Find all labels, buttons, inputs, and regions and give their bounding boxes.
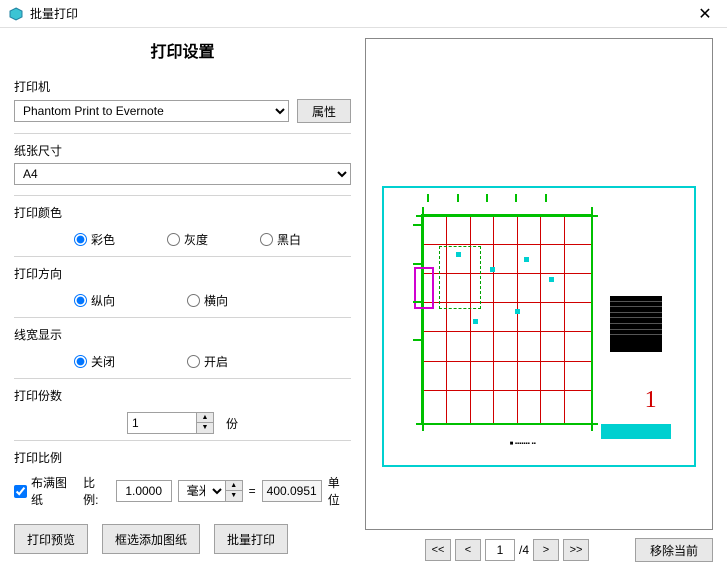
remove-current-button[interactable]: 移除当前 xyxy=(635,538,713,562)
window-title: 批量打印 xyxy=(30,5,691,22)
copies-row: ▲ ▼ 份 xyxy=(14,408,351,438)
revision-block xyxy=(601,424,672,439)
color-option-bw[interactable]: 黑白 xyxy=(260,231,301,248)
preview-button[interactable]: 打印预览 xyxy=(14,524,88,554)
printer-props-button[interactable]: 属性 xyxy=(297,99,351,123)
paper-select[interactable]: A4 xyxy=(14,163,351,185)
copies-down[interactable]: ▼ xyxy=(197,423,213,433)
printer-row: Phantom Print to Evernote 属性 xyxy=(14,99,351,123)
color-option-color[interactable]: 彩色 xyxy=(74,231,115,248)
first-page-button[interactable]: << xyxy=(425,539,451,561)
panel-title: 打印设置 xyxy=(14,38,351,62)
drawing-preview: 1 ■ ▪▪▪▪▪▪▪ ▪▪ xyxy=(372,81,706,487)
settings-panel: 打印设置 打印机 Phantom Print to Evernote 属性 纸张… xyxy=(0,28,365,572)
orientation-portrait[interactable]: 纵向 xyxy=(74,292,115,309)
page-nav: << < /4 > >> xyxy=(425,539,589,561)
page-total: /4 xyxy=(519,543,529,557)
color-option-gray[interactable]: 灰度 xyxy=(167,231,208,248)
equals-sign: = xyxy=(249,484,256,498)
prev-page-button[interactable]: < xyxy=(455,539,481,561)
copies-unit: 份 xyxy=(226,415,238,432)
paper-label: 纸张尺寸 xyxy=(14,142,351,159)
color-options: 彩色 灰度 黑白 xyxy=(14,225,351,254)
linewidth-on[interactable]: 开启 xyxy=(187,353,228,370)
copies-spinner: ▲ ▼ xyxy=(127,412,214,434)
result-unit: 单位 xyxy=(328,474,351,508)
unit-select[interactable]: 毫米 xyxy=(178,480,226,502)
page-input[interactable] xyxy=(485,539,515,561)
batch-print-button[interactable]: 批量打印 xyxy=(214,524,288,554)
color-label: 打印颜色 xyxy=(14,204,351,221)
frame-add-button[interactable]: 框选添加图纸 xyxy=(102,524,200,554)
ratio-input[interactable] xyxy=(116,480,172,502)
preview-panel: 1 ■ ▪▪▪▪▪▪▪ ▪▪ << < /4 > >> 移除当前 xyxy=(365,28,727,572)
ratio-label: 打印比例 xyxy=(14,449,351,466)
titlebar: 批量打印 ✕ xyxy=(0,0,727,28)
batch-print-dialog: 批量打印 ✕ 打印设置 打印机 Phantom Print to Evernot… xyxy=(0,0,727,572)
action-buttons: 打印预览 框选添加图纸 批量打印 xyxy=(14,524,351,554)
copies-up[interactable]: ▲ xyxy=(197,413,213,423)
sheet-number: 1 xyxy=(645,387,657,414)
linewidth-label: 线宽显示 xyxy=(14,326,351,343)
linewidth-off[interactable]: 关闭 xyxy=(74,353,115,370)
printer-select[interactable]: Phantom Print to Evernote xyxy=(14,100,289,122)
preview-box: 1 ■ ▪▪▪▪▪▪▪ ▪▪ xyxy=(365,38,713,530)
next-page-button[interactable]: > xyxy=(533,539,559,561)
title-block xyxy=(610,296,663,352)
last-page-button[interactable]: >> xyxy=(563,539,589,561)
ratio-row: 布满图纸 比例: 毫米 ▲ ▼ = 单位 xyxy=(14,470,351,512)
close-button[interactable]: ✕ xyxy=(691,2,719,26)
fill-paper-checkbox[interactable]: 布满图纸 xyxy=(14,474,77,508)
orientation-label: 打印方向 xyxy=(14,265,351,282)
nav-row: << < /4 > >> 移除当前 xyxy=(365,538,713,562)
unit-up[interactable]: ▲ xyxy=(226,481,242,491)
ratio-result xyxy=(262,480,322,502)
linewidth-options: 关闭 开启 xyxy=(14,347,351,376)
orientation-landscape[interactable]: 横向 xyxy=(187,292,228,309)
dialog-body: 打印设置 打印机 Phantom Print to Evernote 属性 纸张… xyxy=(0,28,727,572)
copies-label: 打印份数 xyxy=(14,387,351,404)
copies-input[interactable] xyxy=(127,412,197,434)
unit-down[interactable]: ▼ xyxy=(226,491,242,501)
orientation-options: 纵向 横向 xyxy=(14,286,351,315)
printer-label: 打印机 xyxy=(14,78,351,95)
app-icon xyxy=(8,6,24,22)
drawing-caption: ■ ▪▪▪▪▪▪▪ ▪▪ xyxy=(510,441,536,447)
ratio-text: 比例: xyxy=(83,474,110,508)
unit-spinner: 毫米 ▲ ▼ xyxy=(178,480,243,502)
